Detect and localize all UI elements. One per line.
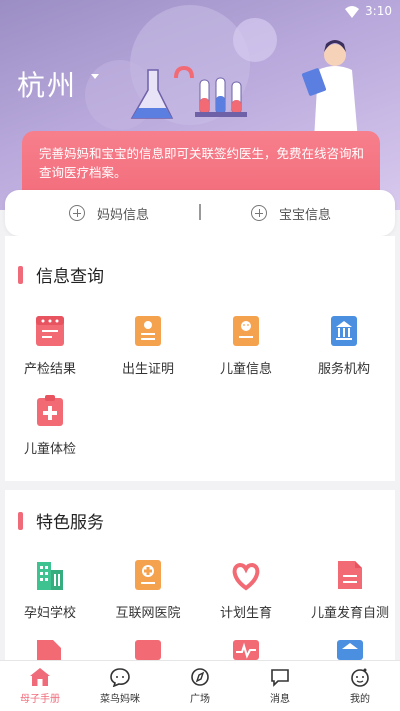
tab-messages[interactable]: 消息: [240, 661, 320, 711]
internet-hospital-icon: [135, 560, 161, 590]
tab-label: 母子手册: [20, 694, 60, 705]
grid-item-institution[interactable]: 服务机构: [299, 314, 389, 377]
tab-label: 我的: [350, 694, 370, 705]
baby-info-button[interactable]: 宝宝信息: [251, 202, 331, 224]
wifi-icon: [345, 6, 359, 18]
grid-item-child-info[interactable]: 儿童信息: [201, 314, 291, 377]
grid-item-label: 产检结果: [23, 362, 76, 377]
divider: [199, 204, 201, 220]
child-checkup-icon: [37, 395, 63, 426]
info-query-section: 信息查询 产检结果 出生证明 儿童信息 服务机构 儿童体检: [5, 236, 395, 481]
child-info-icon: [233, 316, 259, 346]
compass-icon: [191, 668, 209, 686]
city-selector[interactable]: 杭州: [17, 64, 77, 104]
grid-item-label: 儿童发育自测: [310, 606, 389, 621]
section-title: 信息查询: [18, 262, 104, 287]
section-title: 特色服务: [18, 508, 104, 533]
status-bar: 3:10: [0, 0, 400, 24]
section-title-text: 信息查询: [36, 267, 104, 287]
school-building-icon: [37, 562, 63, 590]
profile-info-card: 妈妈信息 宝宝信息: [5, 190, 395, 236]
tab-profile[interactable]: 我的: [320, 661, 400, 711]
baby-info-label: 宝宝信息: [279, 207, 332, 223]
birth-certificate-icon: [135, 316, 161, 346]
featured-services-section: 特色服务 孕妇学校 互联网医院 计划生育 儿童发育自测: [5, 490, 395, 660]
caret-down-icon[interactable]: [90, 71, 100, 81]
tab-label: 菜鸟妈咪: [100, 694, 140, 705]
status-time: 3:10: [365, 4, 392, 18]
mom-info-button[interactable]: 妈妈信息: [69, 202, 149, 224]
grid-item-pregnancy-school[interactable]: 孕妇学校: [5, 558, 95, 621]
tab-mother-child-handbook[interactable]: 母子手册: [0, 661, 80, 711]
grid-item-internet-hospital[interactable]: 互联网医院: [103, 558, 193, 621]
grid-item-label: 儿童信息: [219, 362, 272, 377]
add-circle-icon: [251, 205, 267, 221]
grid-item-label: 互联网医院: [115, 606, 181, 621]
partial-heartbeat-icon[interactable]: [231, 638, 261, 660]
partial-institution-icon[interactable]: [335, 638, 365, 660]
prenatal-report-icon: [36, 316, 64, 346]
grid-item-development-test[interactable]: 儿童发育自测: [305, 558, 395, 621]
grid-item-label: 孕妇学校: [23, 606, 76, 621]
profile-face-icon: [351, 668, 369, 687]
tab-square[interactable]: 广场: [160, 661, 240, 711]
add-circle-icon: [69, 205, 85, 221]
title-accent-bar: [18, 265, 23, 284]
grid-item-child-checkup[interactable]: 儿童体检: [5, 394, 95, 457]
grid-item-label: 计划生育: [219, 606, 272, 621]
tab-label: 广场: [190, 694, 210, 705]
grid-item-label: 出生证明: [121, 362, 174, 377]
chat-bubble-icon: [110, 668, 130, 687]
bottom-tab-bar: 母子手册 菜鸟妈咪 广场 消息 我的: [0, 660, 400, 711]
grid-item-family-planning[interactable]: 计划生育: [201, 558, 291, 621]
grid-item-birth-certificate[interactable]: 出生证明: [103, 314, 193, 377]
message-icon: [271, 669, 289, 687]
grid-item-label: 儿童体检: [23, 442, 76, 457]
institution-icon: [331, 316, 357, 346]
partial-document-icon[interactable]: [35, 638, 65, 660]
family-planning-icon: [232, 562, 260, 591]
tab-newbie-mom[interactable]: 菜鸟妈咪: [80, 661, 160, 711]
mom-info-label: 妈妈信息: [97, 207, 150, 223]
development-test-icon: [338, 561, 362, 589]
grid-item-prenatal-report[interactable]: 产检结果: [5, 314, 95, 377]
section-title-text: 特色服务: [36, 513, 104, 533]
home-icon: [30, 668, 50, 686]
grid-item-label: 服务机构: [317, 362, 370, 377]
title-accent-bar: [18, 511, 23, 530]
partial-book-icon[interactable]: [133, 638, 163, 660]
tab-label: 消息: [270, 694, 290, 705]
notice-text: 完善妈妈和宝宝的信息即可关联签约医生，免费在线咨询和查询医疗档案。: [39, 146, 365, 180]
